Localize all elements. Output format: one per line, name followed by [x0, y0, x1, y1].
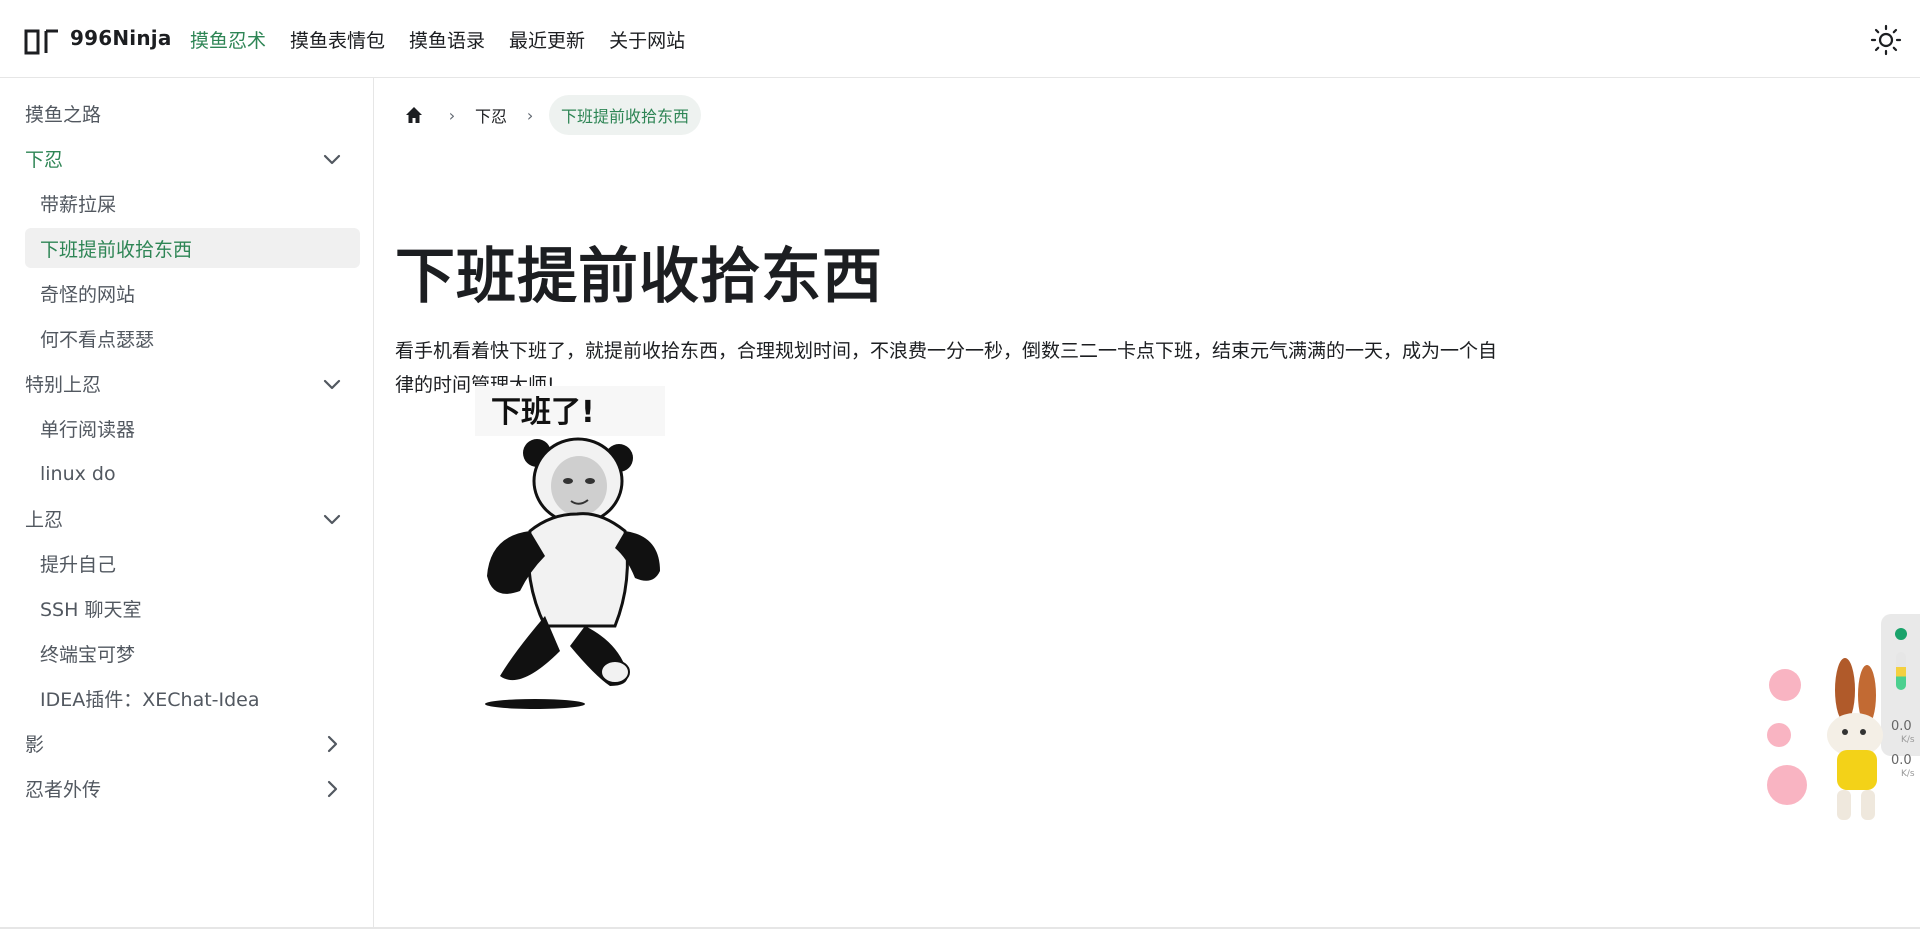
page-title: 下班提前收拾东西	[395, 242, 883, 312]
sidebar-item-ssh-chatroom[interactable]: SSH 聊天室	[0, 586, 373, 631]
main-content: › 下忍 › 下班提前收拾东西 下班提前收拾东西 看手机看着快下班了，就提前收拾…	[375, 78, 1920, 929]
sidebar-item-label: 单行阅读器	[40, 419, 136, 441]
sidebar-item-idea-plugin[interactable]: IDEA插件：XEChat-Idea	[0, 676, 373, 721]
sidebar-item-label: 终端宝可梦	[40, 644, 136, 666]
gauge-icon	[1896, 652, 1906, 690]
sidebar: 摸鱼之路 下忍 带薪拉屎 下班提前收拾东西 奇怪的网站 何不看点瑟瑟 特别上忍 …	[0, 78, 374, 929]
sidebar-item-tisheng-ziji[interactable]: 提升自己	[0, 541, 373, 586]
upload-speed-unit: K/s	[1901, 735, 1915, 745]
sidebar-item-xiaban-shoushi[interactable]: 下班提前收拾东西	[25, 228, 360, 268]
sidebar-item-label: SSH 聊天室	[40, 599, 142, 621]
sidebar-item-label: 奇怪的网站	[40, 284, 136, 306]
sidebar-item-label: 下班提前收拾东西	[40, 238, 193, 261]
chevron-right-icon[interactable]	[321, 733, 343, 755]
sidebar-item-label: 下忍	[25, 149, 64, 171]
sidebar-item-label: 提升自己	[40, 554, 117, 576]
sidebar-category-xiaren[interactable]: 下忍	[0, 136, 373, 181]
breadcrumb-separator: ›	[526, 105, 534, 125]
logo-icon[interactable]	[24, 26, 62, 58]
sidebar-item-danhang-yueduqi[interactable]: 单行阅读器	[0, 406, 373, 451]
sidebar-item-label: 特别上忍	[25, 374, 102, 396]
chevron-down-icon[interactable]	[321, 373, 343, 395]
sidebar-item-label: IDEA插件：XEChat-Idea	[40, 689, 260, 711]
sidebar-item-label: 上忍	[25, 509, 64, 531]
chevron-down-icon[interactable]	[321, 148, 343, 170]
nav-item-yulu[interactable]: 摸鱼语录	[409, 26, 485, 53]
breadcrumb-home[interactable]	[395, 96, 433, 134]
sidebar-item-linux-do[interactable]: linux do	[0, 451, 373, 496]
main-nav: 摸鱼忍术 摸鱼表情包 摸鱼语录 最近更新 关于网站	[190, 26, 685, 53]
sidebar-item-label: 影	[25, 734, 45, 756]
panda-meme-image: 下班了!	[475, 386, 665, 709]
status-dot-icon	[1895, 628, 1907, 640]
sidebar-item-label: 何不看点瑟瑟	[40, 329, 155, 351]
meme-caption: 下班了!	[491, 395, 595, 430]
breadcrumb-item-xiaren[interactable]: 下忍	[471, 103, 511, 127]
sidebar-item-hebu-kandian[interactable]: 何不看点瑟瑟	[0, 316, 373, 361]
sidebar-category-tebie-shangren[interactable]: 特别上忍	[0, 361, 373, 406]
breadcrumb: › 下忍 › 下班提前收拾东西	[395, 95, 702, 135]
sidebar-item-daixin-lashi[interactable]: 带薪拉屎	[0, 181, 373, 226]
chevron-right-icon[interactable]	[321, 778, 343, 800]
rabbit-mascot-icon[interactable]	[1755, 650, 1895, 830]
sidebar-item-qiguai-wangzhan[interactable]: 奇怪的网站	[0, 271, 373, 316]
breadcrumb-separator: ›	[448, 105, 456, 125]
nav-item-moyu-renshu[interactable]: 摸鱼忍术	[190, 26, 266, 53]
sidebar-item-label: 忍者外传	[25, 779, 102, 801]
nav-item-biaoqingbao[interactable]: 摸鱼表情包	[290, 26, 385, 53]
download-speed-unit: K/s	[1901, 769, 1915, 779]
sidebar-category-ying[interactable]: 影	[0, 721, 373, 766]
sidebar-item-zhongduan-pokemon[interactable]: 终端宝可梦	[0, 631, 373, 676]
top-navbar: 996Ninja 摸鱼忍术 摸鱼表情包 摸鱼语录 最近更新 关于网站	[0, 0, 1920, 78]
sidebar-category-shangren[interactable]: 上忍	[0, 496, 373, 541]
breadcrumb-current: 下班提前收拾东西	[549, 95, 702, 135]
sidebar-item-label: linux do	[40, 462, 116, 485]
nav-item-recent-updates[interactable]: 最近更新	[509, 26, 585, 53]
nav-item-about[interactable]: 关于网站	[609, 26, 685, 53]
sun-icon[interactable]	[1870, 24, 1902, 56]
sidebar-item-label: 摸鱼之路	[25, 104, 102, 126]
sidebar-item-moyu-zhilu[interactable]: 摸鱼之路	[0, 91, 373, 136]
chevron-down-icon[interactable]	[321, 508, 343, 530]
home-icon	[406, 107, 422, 123]
sidebar-category-renzhe-waizhuan[interactable]: 忍者外传	[0, 766, 373, 811]
sidebar-item-label: 带薪拉屎	[40, 194, 117, 216]
brand-title[interactable]: 996Ninja	[70, 26, 172, 50]
